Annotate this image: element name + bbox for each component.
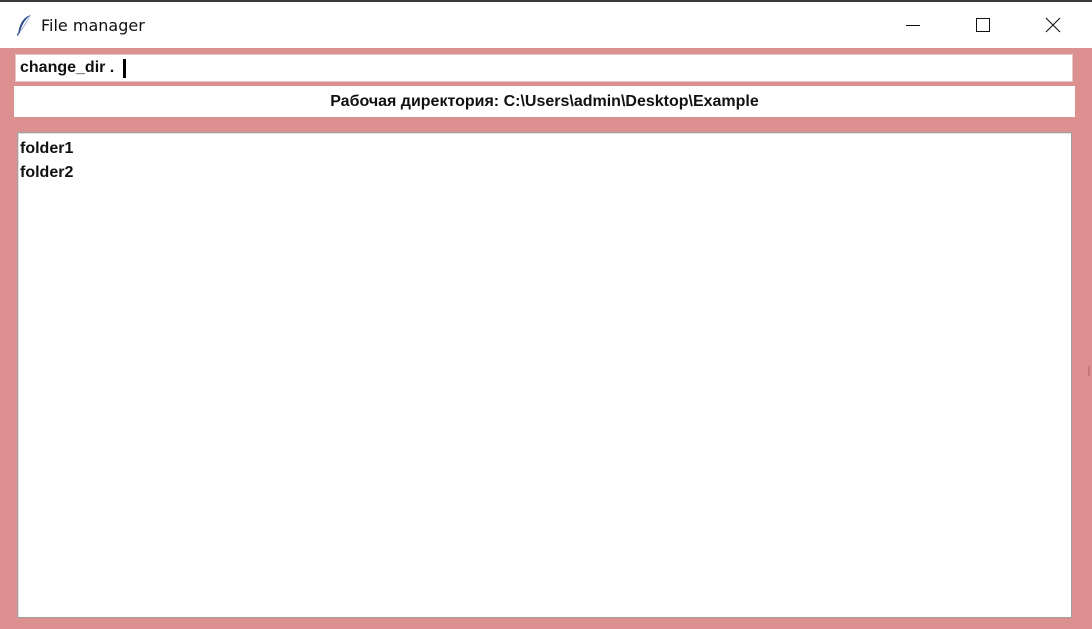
working-directory-label: Рабочая директория: C:\Users\admin\Deskt…: [14, 86, 1075, 117]
feather-icon: [15, 14, 33, 36]
list-item[interactable]: folder1: [20, 137, 1071, 161]
close-button[interactable]: [1018, 2, 1088, 48]
minimize-icon: [906, 25, 920, 26]
app-window: File manager Рабочая директория: C:\User…: [0, 0, 1092, 629]
title-bar[interactable]: File manager: [0, 2, 1092, 48]
command-input[interactable]: [15, 54, 1073, 82]
maximize-icon: [976, 18, 990, 32]
close-icon: [1045, 17, 1061, 33]
text-caret: [123, 59, 126, 78]
window-resize-edge[interactable]: [1088, 366, 1090, 376]
minimize-button[interactable]: [878, 2, 948, 48]
list-item[interactable]: folder2: [20, 161, 1071, 185]
maximize-button[interactable]: [948, 2, 1018, 48]
window-title: File manager: [41, 16, 145, 35]
file-listbox[interactable]: folder1 folder2: [17, 132, 1072, 618]
